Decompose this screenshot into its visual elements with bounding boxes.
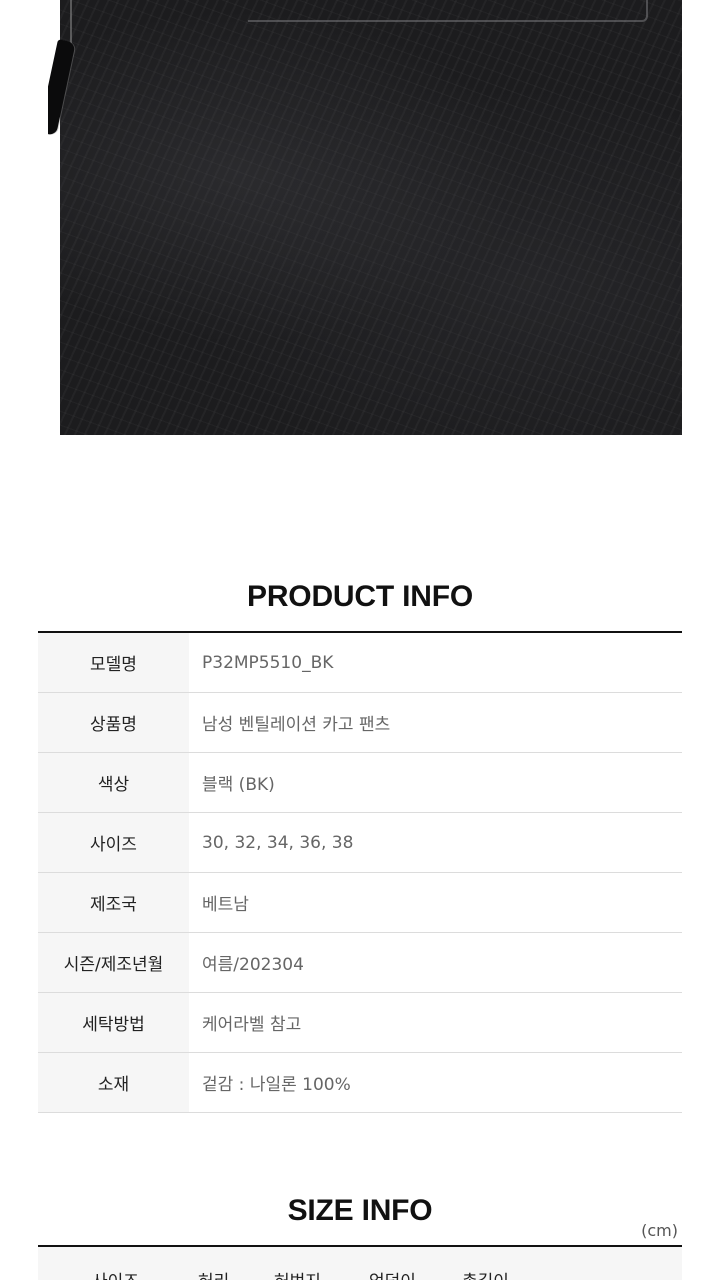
size-header-thigh: 허벅지 [274, 1267, 321, 1280]
info-value: 30, 32, 34, 36, 38 [202, 832, 354, 853]
info-row-product-name: 상품명 남성 벤틸레이션 카고 팬츠 [38, 693, 682, 753]
size-header-hip: 엉덩이 [369, 1267, 416, 1280]
size-header-waist: 허리 [198, 1267, 229, 1280]
info-label: 색상 [38, 753, 189, 812]
info-row-model: 모델명 P32MP5510_BK [38, 633, 682, 693]
info-row-season: 시즌/제조년월 여름/202304 [38, 933, 682, 993]
info-row-country: 제조국 베트남 [38, 873, 682, 933]
info-value: 여름/202304 [202, 955, 304, 975]
info-row-size: 사이즈 30, 32, 34, 36, 38 [38, 813, 682, 873]
info-label: 세탁방법 [38, 993, 189, 1052]
product-info-title: PRODUCT INFO [247, 580, 473, 613]
size-header-size: 사이즈 [92, 1267, 139, 1280]
info-value: 블랙 (BK) [202, 775, 275, 795]
info-row-material: 소재 겉감 : 나일론 100% [38, 1053, 682, 1113]
pocket-seam [248, 0, 648, 22]
info-value: 겉감 : 나일론 100% [202, 1075, 351, 1095]
info-label: 모델명 [38, 633, 189, 692]
info-label: 상품명 [38, 693, 189, 752]
info-label: 제조국 [38, 873, 189, 932]
size-info-table: 사이즈 허리 허벅지 엉덩이 총길이 [38, 1245, 682, 1280]
info-label: 사이즈 [38, 813, 189, 872]
info-label: 소재 [38, 1053, 189, 1112]
info-row-color: 색상 블랙 (BK) [38, 753, 682, 813]
size-header-length: 총길이 [462, 1267, 509, 1280]
size-info-title: SIZE INFO [287, 1194, 433, 1227]
info-value: 케어라벨 참고 [202, 1015, 302, 1035]
info-row-washing: 세탁방법 케어라벨 참고 [38, 993, 682, 1053]
info-value: 남성 벤틸레이션 카고 팬츠 [202, 715, 391, 735]
info-value: 베트남 [202, 895, 249, 915]
size-unit-label: (cm) [641, 1221, 678, 1240]
product-info-table: 모델명 P32MP5510_BK 상품명 남성 벤틸레이션 카고 팬츠 색상 블… [38, 631, 682, 1113]
info-value: P32MP5510_BK [202, 652, 334, 673]
product-photo [48, 0, 682, 435]
info-label: 시즌/제조년월 [38, 933, 189, 992]
